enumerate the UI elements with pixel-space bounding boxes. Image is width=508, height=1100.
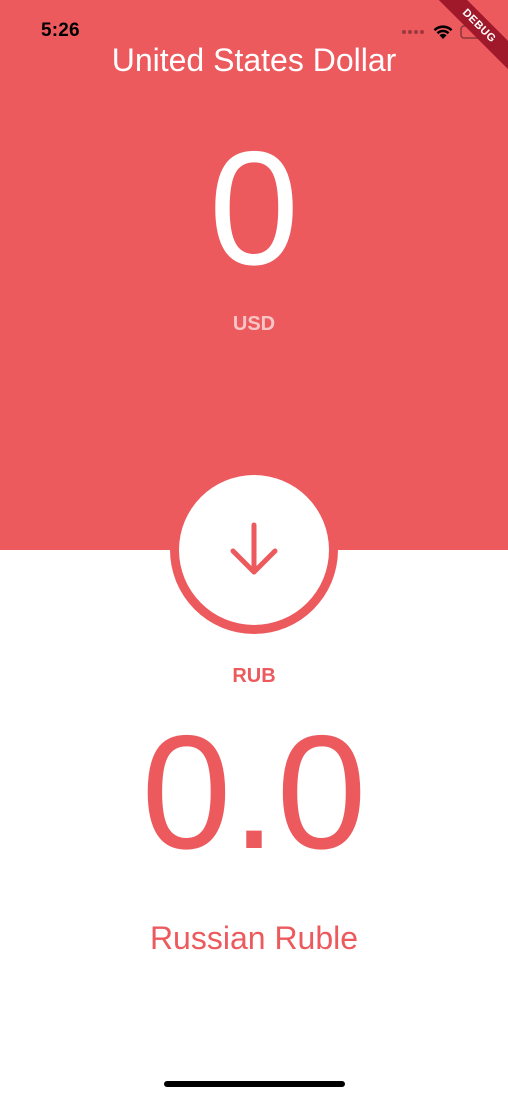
- arrow-down-icon: [230, 522, 278, 575]
- swap-currencies-button[interactable]: [170, 466, 338, 634]
- to-currency-code: RUB: [232, 665, 276, 687]
- to-currency-name[interactable]: Russian Ruble: [0, 920, 508, 957]
- status-bar-icons: [402, 22, 490, 42]
- signal-dots-icon: [402, 30, 424, 34]
- from-currency-amount[interactable]: 0: [0, 128, 508, 290]
- home-indicator[interactable]: [164, 1081, 345, 1087]
- status-bar-time: 5:26: [41, 20, 80, 41]
- swap-button-face[interactable]: [179, 475, 329, 625]
- battery-icon: [460, 25, 489, 39]
- to-currency-amount: 0.0: [141, 702, 367, 883]
- from-currency-code: USD: [232, 313, 276, 335]
- wifi-icon: [433, 25, 453, 39]
- from-currency-name[interactable]: United States Dollar: [0, 42, 508, 79]
